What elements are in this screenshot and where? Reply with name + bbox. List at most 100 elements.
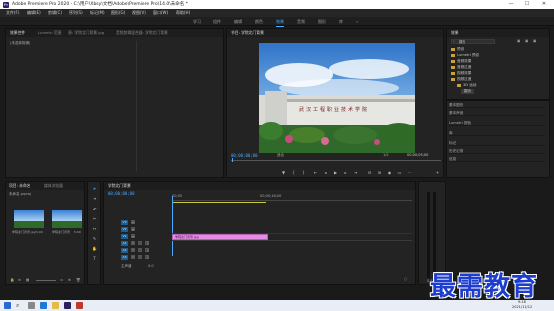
- ws-color[interactable]: 颜色: [255, 17, 263, 26]
- minimize-button[interactable]: —: [503, 0, 519, 9]
- tree-presets[interactable]: 预设: [451, 47, 464, 52]
- ws-graphics[interactable]: 图形: [318, 17, 326, 26]
- accelerated-effects-icon[interactable]: ▣: [517, 39, 520, 43]
- panel-info[interactable]: 信息: [449, 156, 545, 162]
- tab-effect-controls[interactable]: 效果控件: [10, 29, 25, 37]
- toggle-output-icon[interactable]: ◉: [131, 220, 135, 224]
- selection-tool-icon[interactable]: ➤: [92, 186, 97, 191]
- track-a3[interactable]: A3: [121, 255, 128, 260]
- maximize-button[interactable]: ☐: [519, 0, 535, 9]
- search-icon[interactable]: ⌕: [16, 302, 23, 309]
- program-scrubber[interactable]: [231, 160, 441, 161]
- mute-icon[interactable]: M: [131, 255, 135, 259]
- razor-tool-icon[interactable]: ✂: [92, 216, 97, 221]
- app-icon[interactable]: [76, 302, 83, 309]
- track-v3[interactable]: V3: [121, 220, 128, 225]
- timeline-timecode[interactable]: 00;00;00;00: [108, 191, 135, 196]
- voiceover-icon[interactable]: 🎙: [145, 241, 149, 245]
- menu-view[interactable]: 视图(V): [132, 9, 146, 17]
- voiceover-icon[interactable]: 🎙: [145, 255, 149, 259]
- new-item-icon[interactable]: ⊕: [68, 278, 71, 282]
- menu-file[interactable]: 文件(F): [6, 9, 19, 17]
- tab-effects[interactable]: 效果: [451, 29, 459, 37]
- panel-lumetri-color[interactable]: Lumetri 颜色: [449, 120, 545, 126]
- tab-media-browser[interactable]: 媒体浏览器: [44, 182, 63, 190]
- ws-learn[interactable]: 学习: [193, 17, 201, 26]
- ws-assembly[interactable]: 组件: [213, 17, 221, 26]
- go-to-in-icon[interactable]: ⇤: [313, 170, 318, 175]
- tree-audio-effects[interactable]: 音频效果: [451, 59, 471, 64]
- lift-icon[interactable]: ⊟: [367, 170, 372, 175]
- menu-marker[interactable]: 标记(M): [90, 9, 105, 17]
- track-v2[interactable]: V2: [121, 227, 128, 232]
- timeline-zoom-icon[interactable]: ○: [404, 277, 407, 281]
- ripple-edit-icon[interactable]: ⟛: [92, 206, 97, 211]
- hand-tool-icon[interactable]: ✋: [92, 246, 97, 251]
- mark-in-icon[interactable]: {: [291, 170, 296, 175]
- toggle-output-icon[interactable]: ◉: [131, 234, 135, 238]
- slip-tool-icon[interactable]: ↔: [92, 226, 97, 231]
- tab-lumetri-scopes[interactable]: Lumetri 范围: [38, 29, 61, 37]
- explorer-icon[interactable]: [52, 302, 59, 309]
- 32bit-effects-icon[interactable]: ▣: [525, 39, 528, 43]
- step-back-icon[interactable]: ◂: [323, 170, 328, 175]
- export-frame-icon[interactable]: ◉: [387, 170, 392, 175]
- task-view-icon[interactable]: [28, 302, 35, 309]
- effects-search-input[interactable]: ⌕ 翻页: [451, 39, 495, 44]
- new-bin-icon[interactable]: ▭: [60, 278, 63, 282]
- tree-lumetri-presets[interactable]: Lumetri 预设: [451, 53, 479, 58]
- mute-icon[interactable]: M: [131, 241, 135, 245]
- tree-audio-transitions[interactable]: 音频过渡: [451, 65, 471, 70]
- extract-icon[interactable]: ⊞: [377, 170, 382, 175]
- tree-video-transitions[interactable]: 视频过渡: [451, 77, 471, 82]
- panel-markers[interactable]: 标记: [449, 140, 545, 146]
- ws-editing[interactable]: 编辑: [234, 17, 242, 26]
- icon-view-icon[interactable]: ▦: [26, 278, 29, 282]
- panel-essential-graphics[interactable]: 基本图形: [449, 102, 545, 108]
- close-button[interactable]: ✕: [536, 0, 552, 9]
- add-button-icon[interactable]: +: [435, 170, 440, 175]
- menu-sequence[interactable]: 序列(S): [69, 9, 83, 17]
- track-v1[interactable]: V1: [121, 234, 128, 239]
- tree-page-turn[interactable]: 翻页: [461, 89, 475, 94]
- yuv-effects-icon[interactable]: ▣: [533, 39, 536, 43]
- timeline-clip[interactable]: 学院北门背景.jpg: [172, 234, 268, 240]
- add-marker-icon[interactable]: ▼: [281, 170, 286, 175]
- ws-effects[interactable]: 效果: [276, 17, 284, 27]
- button-editor-icon[interactable]: ⋯: [407, 170, 412, 175]
- voiceover-icon[interactable]: 🎙: [145, 248, 149, 252]
- panel-essential-sound[interactable]: 基本声音: [449, 110, 545, 116]
- menu-window[interactable]: 窗口(W): [153, 9, 168, 17]
- ws-more-icon[interactable]: »: [356, 17, 358, 26]
- playhead-marker[interactable]: [232, 158, 233, 162]
- step-forward-icon[interactable]: ▸: [343, 170, 348, 175]
- tab-program[interactable]: 节目: 学院北门背景: [231, 29, 264, 37]
- premiere-taskbar-icon[interactable]: [64, 302, 71, 309]
- start-icon[interactable]: [4, 302, 11, 309]
- play-icon[interactable]: ▶: [333, 170, 338, 175]
- solo-icon[interactable]: S: [138, 255, 142, 259]
- lock-icon[interactable]: 🔒: [10, 278, 14, 282]
- clear-icon[interactable]: 🗑: [76, 278, 80, 282]
- program-timecode[interactable]: 00;00;00;00: [231, 153, 258, 158]
- tab-source[interactable]: 源: 学院北门背景.jpg: [68, 29, 104, 37]
- tab-audio-mixer[interactable]: 音频剪辑混合器: 学院北门背景: [116, 29, 168, 37]
- menu-edit[interactable]: 编辑(E): [27, 9, 41, 17]
- panel-libraries[interactable]: 库: [449, 130, 545, 136]
- mute-icon[interactable]: M: [131, 248, 135, 252]
- list-view-icon[interactable]: ≡: [18, 278, 21, 282]
- solo-icon[interactable]: S: [138, 248, 142, 252]
- pen-tool-icon[interactable]: ✎: [92, 236, 97, 241]
- edge-icon[interactable]: [40, 302, 47, 309]
- track-select-icon[interactable]: ⇥: [92, 196, 97, 201]
- solo-icon[interactable]: S: [138, 241, 142, 245]
- zoom-slider[interactable]: [36, 280, 56, 281]
- timeline-playhead[interactable]: [172, 196, 173, 256]
- ws-libraries[interactable]: 库: [339, 17, 343, 26]
- tab-project[interactable]: 项目: 未命名: [9, 182, 30, 190]
- tree-3d-motion[interactable]: 3D 运动: [457, 83, 476, 88]
- comparison-view-icon[interactable]: ▭: [397, 170, 402, 175]
- go-to-out-icon[interactable]: ⇥: [353, 170, 358, 175]
- track-a2[interactable]: A2: [121, 248, 128, 253]
- track-a1[interactable]: A1: [121, 241, 128, 246]
